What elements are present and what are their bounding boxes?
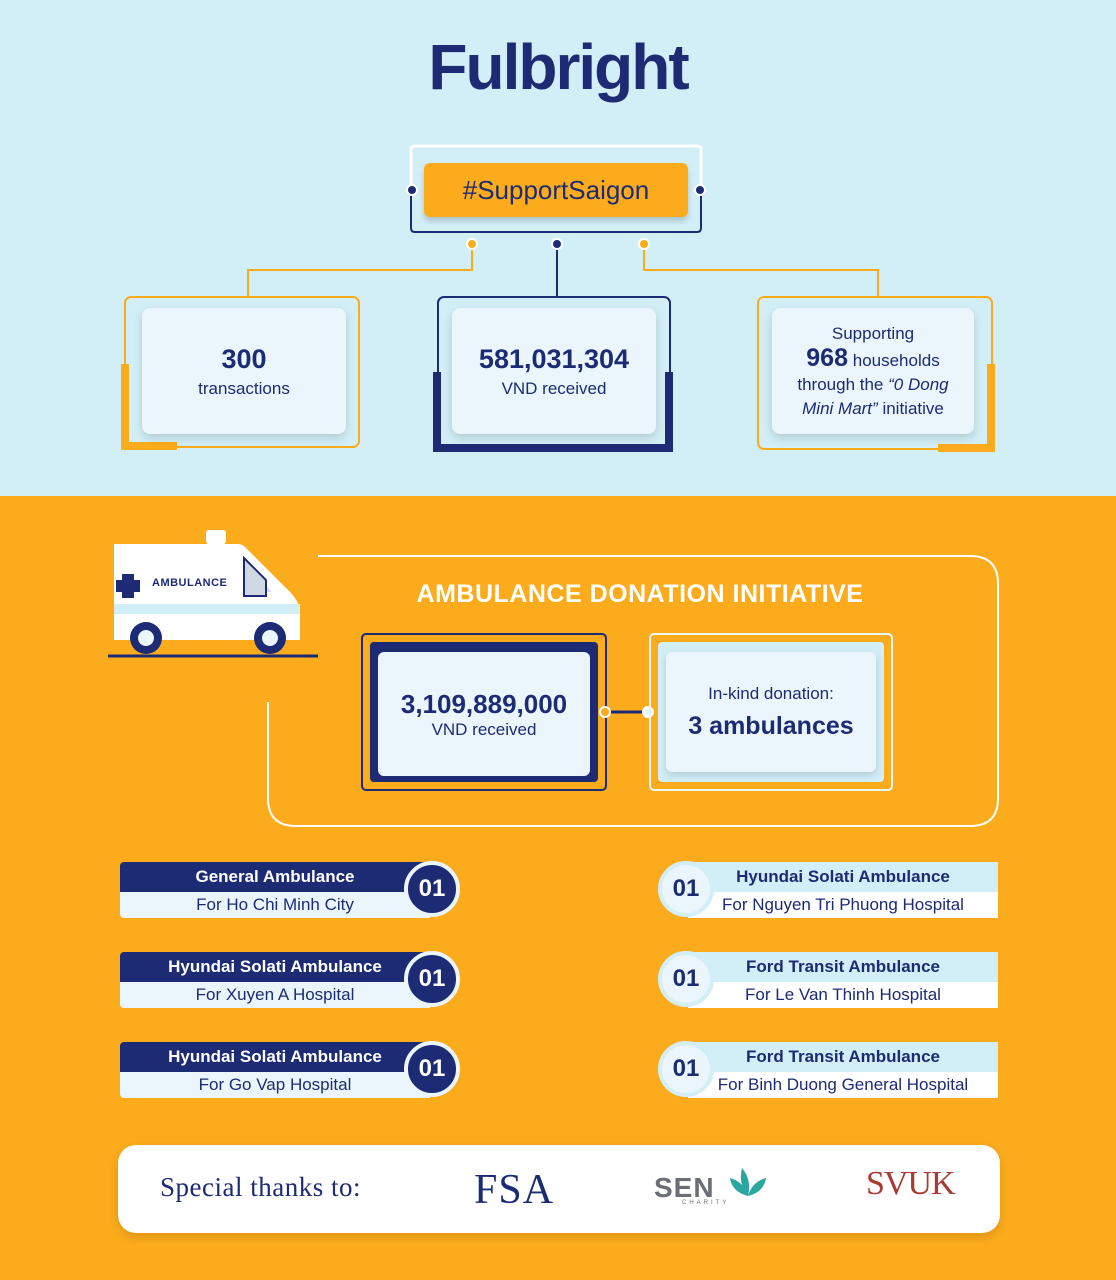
connector-dot	[642, 706, 654, 718]
ambulance-money-value: 3,109,889,000	[400, 688, 568, 719]
list-item-title: Hyundai Solati Ambulance	[688, 862, 998, 892]
received-value: 581,031,304	[478, 343, 630, 374]
list-item-count: 01	[658, 951, 714, 1007]
connector-dot	[694, 184, 706, 196]
list-item: Ford Transit Ambulance For Le Van Thinh …	[658, 950, 998, 1010]
list-item-title: General Ambulance	[120, 862, 430, 892]
households-line3-b: “0 Dong	[888, 374, 949, 394]
list-item: Hyundai Solati Ambulance For Xuyen A Hos…	[120, 950, 460, 1010]
connector-dot	[551, 238, 563, 250]
list-item: Hyundai Solati Ambulance For Nguyen Tri …	[658, 860, 998, 920]
households-pre: Supporting	[831, 323, 915, 343]
sen-charity-sub: CHARITY	[682, 1200, 730, 1206]
ambulance-van-label: AMBULANCE	[152, 577, 228, 589]
svuk-logo: SVUK	[866, 1165, 956, 1202]
list-item-subtitle: For Xuyen A Hospital	[120, 982, 430, 1008]
list-item-count: 01	[658, 861, 714, 917]
transactions-card: 300 transactions	[142, 308, 346, 434]
received-card: 581,031,304 VND received	[452, 308, 656, 434]
list-item-subtitle: For Nguyen Tri Phuong Hospital	[688, 892, 998, 918]
households-post: households	[852, 350, 940, 370]
list-item: Hyundai Solati Ambulance For Go Vap Hosp…	[120, 1040, 460, 1100]
transactions-value: 300	[221, 343, 267, 374]
connector-dot	[406, 184, 418, 196]
households-line3-a: through the	[797, 374, 884, 394]
households-line4-a: Mini Mart”	[802, 398, 878, 418]
lotus-icon	[730, 1168, 766, 1196]
list-item-subtitle: For Le Van Thinh Hospital	[688, 982, 998, 1008]
ambulance-kind-card: In-kind donation: 3 ambulances	[666, 652, 876, 772]
ambulance-kind-value: 3 ambulances	[688, 711, 854, 740]
transactions-label: transactions	[198, 378, 290, 398]
list-item-count: 01	[658, 1041, 714, 1097]
ambulance-money-label: VND received	[431, 719, 537, 739]
hashtag-pill: #SupportSaigon	[424, 163, 688, 217]
list-item-count: 01	[404, 951, 460, 1007]
list-item-subtitle: For Binh Duong General Hospital	[688, 1072, 998, 1098]
list-item-count: 01	[404, 861, 460, 917]
list-item: General Ambulance For Ho Chi Minh City 0…	[120, 860, 460, 920]
households-value: 968	[806, 343, 848, 372]
fsa-logo: FSA	[474, 1167, 555, 1213]
list-item-title: Hyundai Solati Ambulance	[120, 1042, 430, 1072]
list-item-subtitle: For Ho Chi Minh City	[120, 892, 430, 918]
list-item: Ford Transit Ambulance For Binh Duong Ge…	[658, 1040, 998, 1100]
connector-dot	[638, 238, 650, 250]
received-label: VND received	[501, 378, 607, 398]
sponsors-label: Special thanks to:	[160, 1172, 361, 1202]
list-item-subtitle: For Go Vap Hospital	[120, 1072, 430, 1098]
households-line4-b: initiative	[882, 398, 944, 418]
list-item-count: 01	[404, 1041, 460, 1097]
connector-dot	[599, 706, 611, 718]
list-item-title: Hyundai Solati Ambulance	[120, 952, 430, 982]
list-item-title: Ford Transit Ambulance	[688, 952, 998, 982]
ambulance-section-title: AMBULANCE DONATION INITIATIVE	[416, 580, 864, 608]
ambulance-kind-label: In-kind donation:	[708, 683, 834, 703]
list-item-title: Ford Transit Ambulance	[688, 1042, 998, 1072]
connector-dot	[466, 238, 478, 250]
ambulance-money-card: 3,109,889,000 VND received	[378, 652, 590, 776]
households-card: Supporting 968 households through the “0…	[772, 308, 974, 434]
ambulance-van-icon	[108, 530, 318, 658]
